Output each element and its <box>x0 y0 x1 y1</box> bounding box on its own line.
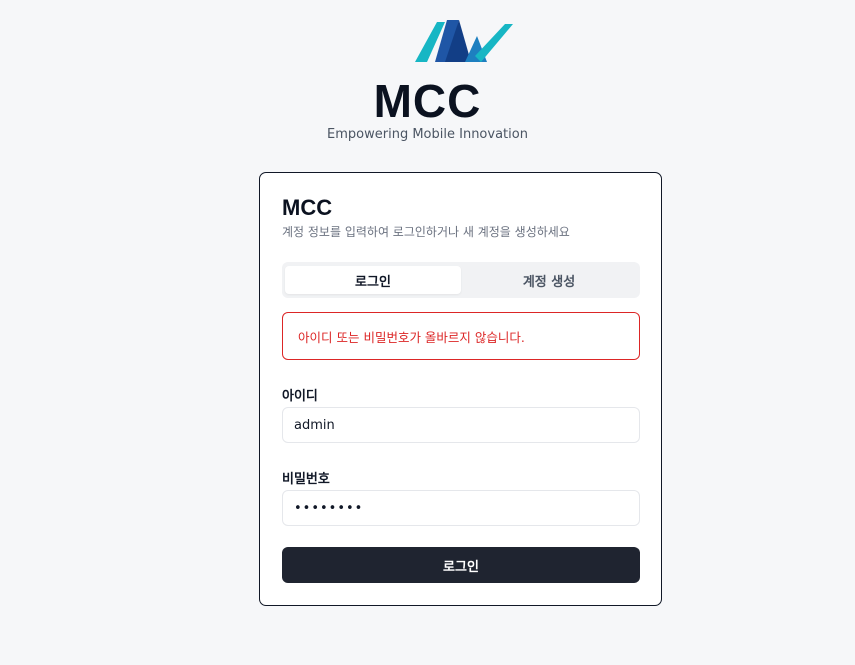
error-message: 아이디 또는 비밀번호가 올바르지 않습니다. <box>298 329 525 345</box>
tab-login[interactable]: 로그인 <box>285 266 461 294</box>
login-button[interactable]: 로그인 <box>282 547 640 583</box>
auth-tabs: 로그인 계정 생성 <box>282 262 640 298</box>
tab-signup[interactable]: 계정 생성 <box>461 266 637 294</box>
brand-title: MCC <box>373 75 482 127</box>
brand-tagline: Empowering Mobile Innovation <box>327 127 528 142</box>
login-page: MCC Empowering Mobile Innovation MCC 계정 … <box>0 0 855 665</box>
card-title: MCC <box>282 195 333 220</box>
card-description: 계정 정보를 입력하여 로그인하거나 새 계정을 생성하세요 <box>282 225 570 239</box>
id-label: 아이디 <box>282 389 318 404</box>
password-input[interactable] <box>282 490 640 526</box>
id-input[interactable] <box>282 407 640 443</box>
login-card: MCC 계정 정보를 입력하여 로그인하거나 새 계정을 생성하세요 로그인 계… <box>259 172 662 606</box>
error-alert: 아이디 또는 비밀번호가 올바르지 않습니다. <box>282 312 640 360</box>
mcc-logo-icon <box>415 20 513 62</box>
password-label: 비밀번호 <box>282 472 330 487</box>
